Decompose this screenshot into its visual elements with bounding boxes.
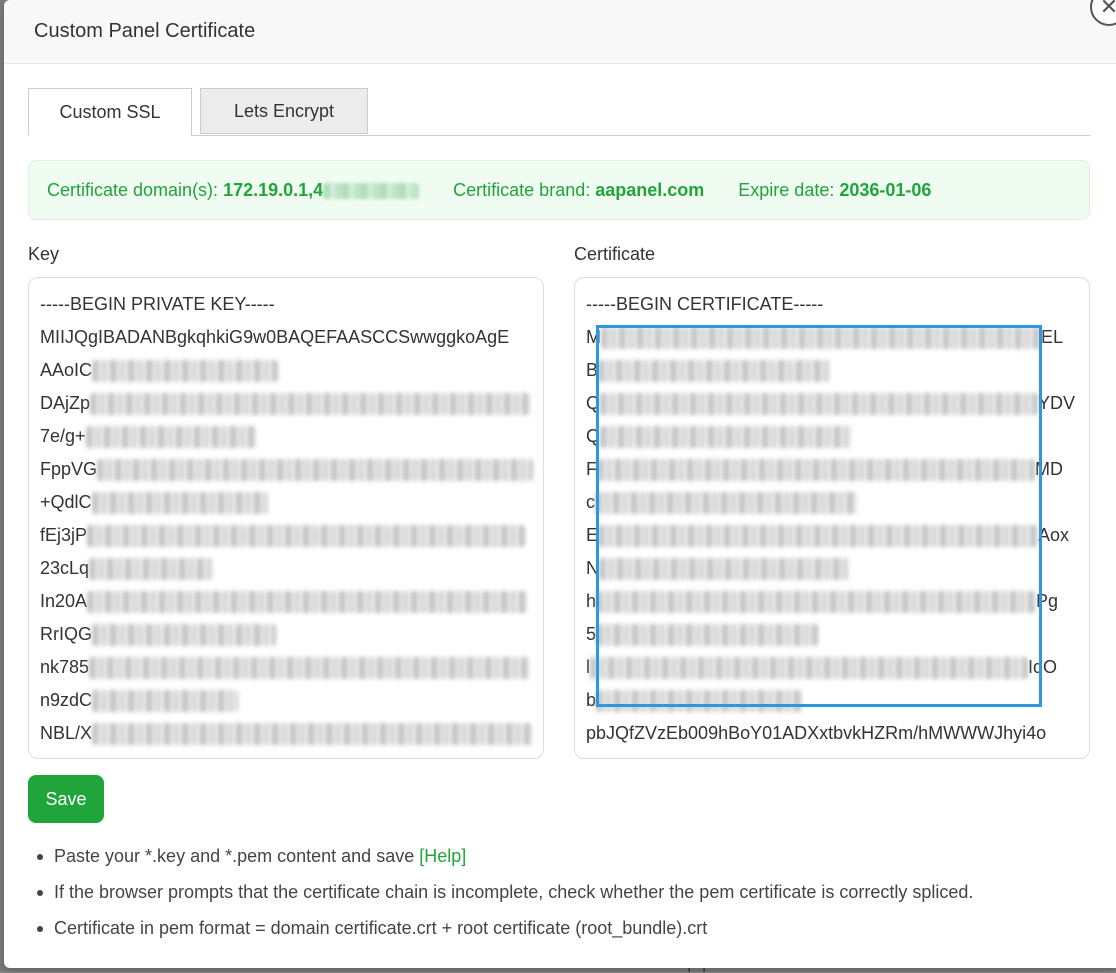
certificate-line: M EL — [586, 327, 1064, 349]
key-label: Key — [28, 244, 60, 264]
key-line: 7e/g+ — [40, 424, 543, 457]
key-line: MIIJQgIBADANBgkqhkiG9w0BAQEFAASCCSwwggko… — [40, 327, 510, 347]
key-line: NBL/X — [40, 721, 543, 754]
certificate-modal: Custom Panel Certificate Custom SSL Lets… — [4, 0, 1116, 968]
redacted-text — [598, 525, 1039, 547]
key-line: nk785 — [40, 655, 543, 688]
redacted-text — [87, 591, 528, 613]
redacted-text — [596, 624, 819, 646]
key-line: n9zdC — [40, 688, 543, 721]
redacted-text — [600, 393, 1039, 415]
certificate-domain-info: Certificate domain(s): 172.19.0.1,4 — [47, 179, 420, 201]
certificate-line: E Aox — [586, 525, 1070, 547]
tab-lets-encrypt[interactable]: Lets Encrypt — [200, 88, 368, 134]
redacted-text — [92, 624, 276, 646]
tab-bar: Custom SSL Lets Encrypt — [28, 88, 1090, 136]
certificate-line: B — [586, 358, 1089, 391]
key-line: In20A — [40, 589, 543, 622]
save-button[interactable]: Save — [28, 775, 104, 823]
help-note: If the browser prompts that the certific… — [34, 878, 973, 914]
redacted-text — [91, 492, 268, 514]
redacted-text — [97, 459, 534, 481]
redacted-text — [89, 558, 214, 580]
modal-title: Custom Panel Certificate — [34, 20, 256, 42]
redacted-text — [598, 360, 831, 382]
redacted-domain — [323, 182, 420, 199]
expire-date-value: 2036-01-06 — [839, 179, 932, 200]
redacted-text — [90, 393, 531, 415]
redacted-text — [596, 591, 1037, 613]
certificate-line: -----BEGIN CERTIFICATE----- — [586, 294, 824, 314]
certificate-domain-label: Certificate domain(s): — [47, 179, 224, 200]
certificate-info-bar: Certificate domain(s): 172.19.0.1,4 Cert… — [28, 160, 1090, 220]
certificate-textarea[interactable]: -----BEGIN CERTIFICATE----- M EL B Q YDV Q… — [574, 277, 1090, 759]
certificate-line: 5 — [586, 622, 1089, 655]
key-line: -----BEGIN PRIVATE KEY----- — [40, 294, 275, 314]
certificate-label: Certificate — [574, 244, 656, 264]
redacted-text — [590, 657, 1028, 679]
key-line: AAoIC — [40, 358, 543, 391]
key-textarea[interactable]: -----BEGIN PRIVATE KEY----- MIIJQgIBADAN… — [28, 277, 544, 759]
certificate-line: F MD — [586, 459, 1063, 481]
certificate-line: h Pg — [586, 591, 1059, 613]
certificate-line: Q — [586, 424, 1089, 457]
redacted-text — [599, 558, 849, 580]
expire-date-label: Expire date: — [738, 179, 840, 200]
certificate-brand-label: Certificate brand: — [453, 179, 596, 200]
key-line: fEj3jP — [40, 523, 543, 556]
redacted-text — [87, 525, 526, 547]
redacted-text — [601, 327, 1041, 349]
redacted-text — [85, 426, 256, 448]
redacted-text — [89, 657, 530, 679]
key-line: +QdlC — [40, 490, 543, 523]
certificate-line: pbJQfZVzEb009hBoY01ADXxtbvkHZRm/hMWWWJhy… — [586, 723, 1047, 743]
certificate-brand-info: Certificate brand: aapanel.com — [453, 180, 704, 201]
certificate-line: l IdO — [586, 657, 1058, 679]
certificate-line: Q YDV — [586, 393, 1076, 415]
expire-date-info: Expire date: 2036-01-06 — [738, 180, 931, 201]
key-line: DAjZp — [40, 391, 543, 424]
modal-header: Custom Panel Certificate — [4, 0, 1116, 64]
redacted-text — [92, 690, 239, 712]
certificate-line: c — [586, 490, 1089, 523]
redacted-text — [92, 723, 533, 745]
key-line: 23cLq — [40, 556, 543, 589]
redacted-text — [595, 492, 857, 514]
certificate-brand-value: aapanel.com — [595, 179, 705, 200]
help-notes: Paste your *.key and *.pem content and s… — [34, 842, 973, 950]
redacted-text — [596, 690, 803, 712]
redacted-text — [597, 459, 1035, 481]
tab-custom-ssl[interactable]: Custom SSL — [28, 88, 192, 136]
certificate-line: b — [586, 688, 1089, 721]
key-line: FppVG — [40, 457, 543, 490]
help-note: Certificate in pem format = domain certi… — [34, 914, 973, 950]
redacted-text — [92, 360, 279, 382]
redacted-text — [600, 426, 853, 448]
help-note: Paste your *.key and *.pem content and s… — [34, 842, 973, 878]
help-link[interactable]: [Help] — [419, 846, 466, 866]
certificate-domain-value: 172.19.0.1,4 — [223, 179, 324, 200]
certificate-line: N — [586, 556, 1089, 589]
key-line: RrIQG — [40, 622, 543, 655]
